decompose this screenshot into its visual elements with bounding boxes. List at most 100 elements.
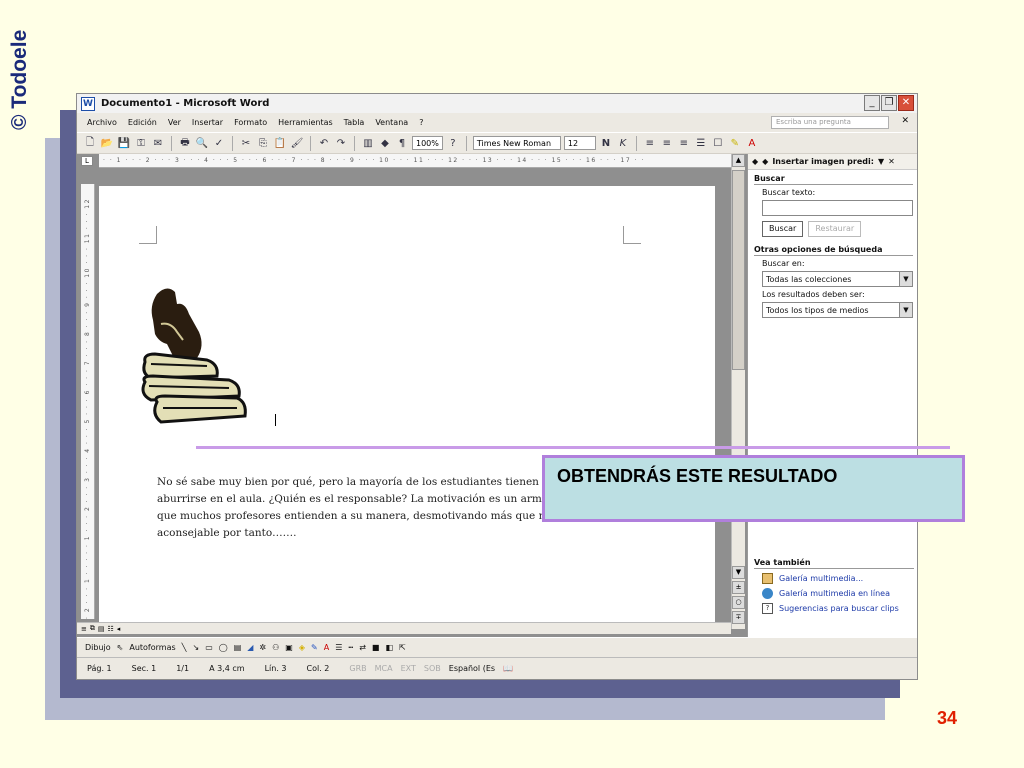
undo-icon[interactable]: ↶ [317,136,331,150]
menu-help[interactable]: ? [419,118,423,127]
menu-ver[interactable]: Ver [168,118,181,127]
horizontal-ruler[interactable]: · · 1 · · · 2 · · · 3 · · · 4 · · · 5 · … [99,154,739,168]
back-arrow-icon[interactable]: ◆ [752,157,758,166]
outline-view-icon[interactable]: ☷ [108,625,114,633]
align-left-icon[interactable]: ≡ [643,136,657,150]
normal-view-icon[interactable]: ≡ [81,625,87,633]
wordart-icon[interactable]: ◢ [247,643,253,652]
3d-icon[interactable]: ◧ [385,643,393,652]
menu-formato[interactable]: Formato [234,118,267,127]
format-painter-icon[interactable]: 🖌 [290,136,304,150]
diagram-icon[interactable]: ✲ [259,643,266,652]
thinker-clipart-image[interactable] [137,284,267,434]
font-color-icon[interactable]: A [324,643,329,652]
zoom-select[interactable]: 100% [412,136,443,150]
line-style-icon[interactable]: ☰ [335,643,342,652]
link-online-gallery-label[interactable]: Galería multimedia en línea [779,589,890,598]
search-text-input[interactable] [762,200,913,216]
restore-button[interactable]: ❐ [881,95,897,111]
select-pointer-icon[interactable]: ⇖ [117,643,124,652]
arrow-style-icon[interactable]: ⇄ [359,643,366,652]
task-pane-menu-icon[interactable]: ▼ [878,157,884,166]
search-in-select[interactable]: Todas las colecciones ▼ [762,271,913,287]
status-sob[interactable]: SOB [424,664,441,673]
status-language[interactable]: Español (Es [449,664,495,673]
dropdown-arrow-icon[interactable]: ▼ [899,272,912,286]
print-view-icon[interactable]: ▤ [98,625,105,633]
link-media-gallery-label[interactable]: Galería multimedia... [779,574,863,583]
link-search-tips[interactable]: ? Sugerencias para buscar clips [762,603,917,614]
menu-insertar[interactable]: Insertar [192,118,223,127]
align-center-icon[interactable]: ≡ [660,136,674,150]
menu-edicion[interactable]: Edición [128,118,157,127]
save-icon[interactable]: 💾 [117,136,131,150]
open-folder-icon[interactable]: 📂 [100,136,114,150]
highlight-icon[interactable]: ✎ [728,136,742,150]
redo-icon[interactable]: ↷ [334,136,348,150]
textbox-icon[interactable]: ▤ [234,643,242,652]
line-color-icon[interactable]: ✎ [311,643,318,652]
document-page[interactable]: No sé sabe muy bien por qué, pero la may… [99,186,715,622]
scroll-up-button[interactable]: ▲ [732,154,745,167]
fill-color-icon[interactable]: ◈ [299,643,305,652]
email-icon[interactable]: ✉ [151,136,165,150]
forward-arrow-icon[interactable]: ◆ [762,157,768,166]
paste-icon[interactable]: 📋 [273,136,287,150]
columns-icon[interactable]: ▥ [361,136,375,150]
next-page-button[interactable]: ∓ [732,611,745,624]
show-formatting-icon[interactable]: ¶ [395,136,409,150]
ask-question-input[interactable]: Escriba una pregunta [771,116,889,129]
arrow-icon[interactable]: ↘ [192,643,199,652]
vertical-ruler[interactable]: · 2 · · · 1 · · · · · 1 · · · 2 · · · 3 … [81,184,95,619]
print-preview-icon[interactable]: 🔍 [195,136,209,150]
dropdown-arrow-icon[interactable]: ▼ [899,303,912,317]
drawing-icon[interactable]: ◆ [378,136,392,150]
shadow-icon[interactable]: ■ [372,643,380,652]
browse-object-button[interactable]: ○ [732,596,745,609]
prev-page-button[interactable]: ± [732,581,745,594]
cut-icon[interactable]: ✂ [239,136,253,150]
rectangle-icon[interactable]: ▭ [205,643,213,652]
dash-style-icon[interactable]: ┅ [348,643,353,652]
results-type-select[interactable]: Todos los tipos de medios ▼ [762,302,913,318]
scroll-thumb[interactable] [732,170,745,370]
horizontal-scrollbar[interactable]: ≡ ⧉ ▤ ☷ ◂ [77,622,731,634]
document-paragraph[interactable]: No sé sabe muy bien por qué, pero la may… [157,474,557,542]
copy-icon[interactable]: ⎘ [256,136,270,150]
link-media-gallery[interactable]: Galería multimedia... [762,573,917,584]
status-mca[interactable]: MCA [375,664,393,673]
search-button[interactable]: Buscar [762,221,804,237]
vertical-scrollbar[interactable]: ▲ ▼ ± ○ ∓ [731,154,745,629]
spelling-status-icon[interactable]: 📖 [503,664,513,673]
border-icon[interactable]: ☐ [711,136,725,150]
draw-menu[interactable]: Dibujo [85,643,111,652]
menu-tabla[interactable]: Tabla [344,118,365,127]
picture-icon[interactable]: ▣ [285,643,293,652]
restore-search-button[interactable]: Restaurar [808,221,862,237]
menu-herramientas[interactable]: Herramientas [278,118,333,127]
print-icon[interactable]: 🖶 [178,136,192,150]
link-search-tips-label[interactable]: Sugerencias para buscar clips [779,604,899,613]
web-view-icon[interactable]: ⧉ [90,624,95,633]
menu-ventana[interactable]: Ventana [375,118,408,127]
status-ext[interactable]: EXT [401,664,416,673]
font-name-select[interactable]: Times New Roman [472,136,561,150]
link-online-gallery[interactable]: Galería multimedia en línea [762,588,917,599]
close-document-icon[interactable]: ✕ [901,116,909,126]
clipart-icon[interactable]: ⚇ [272,643,279,652]
bullets-icon[interactable]: ☰ [694,136,708,150]
select-objects-icon[interactable]: ⇱ [399,643,406,652]
status-grb[interactable]: GRB [349,664,366,673]
minimize-button[interactable]: _ [864,95,880,111]
menu-archivo[interactable]: Archivo [87,118,117,127]
spelling-icon[interactable]: ✓ [212,136,226,150]
tab-selector-icon[interactable]: L [81,156,93,166]
help-icon[interactable]: ? [446,136,460,150]
close-button[interactable]: ✕ [898,95,914,111]
bold-icon[interactable]: N [599,136,613,150]
oval-icon[interactable]: ◯ [219,643,228,652]
scroll-left-button[interactable]: ◂ [117,625,121,633]
scroll-down-button[interactable]: ▼ [732,566,745,579]
font-size-select[interactable]: 12 [563,136,596,150]
line-icon[interactable]: ╲ [182,643,187,652]
